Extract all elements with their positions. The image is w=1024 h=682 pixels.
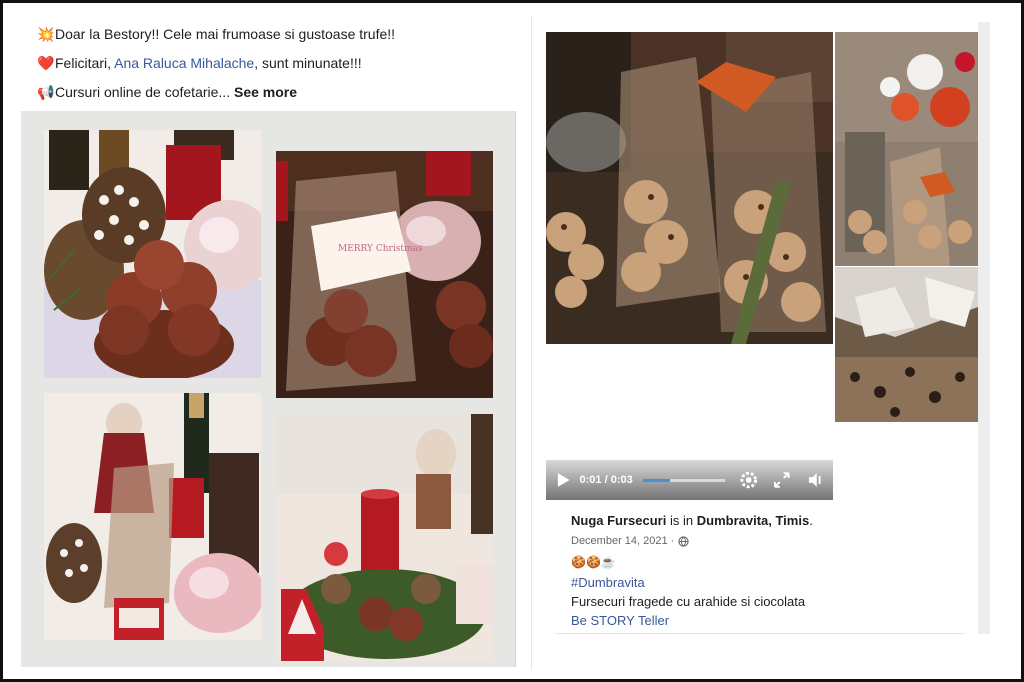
- heart-emoji-icon: ❤️: [37, 55, 55, 71]
- post-body-text: Fursecuri fragede cu arahide si ciocolat…: [571, 594, 806, 609]
- divider: [555, 633, 965, 634]
- gift-bag-photo: MERRY Christmas: [276, 151, 493, 398]
- fullscreen-icon[interactable]: [772, 470, 791, 490]
- flowers-cookies-photo: [835, 32, 978, 266]
- globe-icon: [678, 535, 689, 547]
- post-photo-4[interactable]: [276, 414, 493, 661]
- tag-text: MERRY Christmas: [338, 244, 423, 254]
- video-progress-fill: [642, 478, 670, 482]
- post-date: December 14, 2021 ·: [571, 531, 971, 551]
- collision-emoji-icon: 💥: [37, 26, 55, 42]
- post-photo-3[interactable]: [44, 393, 261, 640]
- see-more-link[interactable]: See more: [234, 84, 297, 100]
- post-date-text[interactable]: December 14, 2021 ·: [571, 531, 674, 551]
- location-link[interactable]: Dumbravita, Timis: [697, 513, 809, 528]
- scrollbar-track[interactable]: [978, 22, 990, 634]
- settings-icon[interactable]: [739, 470, 758, 490]
- post-text: 💥Doar la Bestory!! Cele mai frumoase si …: [21, 15, 516, 111]
- video-progress-bar[interactable]: [642, 478, 725, 482]
- post-line-2-suffix: , sunt minunate!!!: [254, 55, 362, 71]
- play-icon[interactable]: [554, 471, 572, 489]
- truffles-photo: [44, 130, 261, 378]
- post-line-3-text: Cursuri online de cofetarie...: [55, 84, 231, 100]
- post-line-3: 📢Cursuri online de cofetarie... See more: [37, 80, 500, 109]
- candle-centrepiece-photo: [276, 414, 493, 661]
- post-line-2: ❤️Felicitari, Ana Raluca Mihalache, sunt…: [37, 51, 500, 80]
- side-photo-flowers[interactable]: [835, 32, 978, 266]
- christmas-arrangement-photo: [44, 393, 261, 640]
- is-in-text: is in: [669, 513, 694, 528]
- video-time: 0:01 / 0:03: [579, 474, 633, 486]
- post-photo-1[interactable]: [44, 130, 261, 378]
- story-teller-link[interactable]: Be STORY Teller: [571, 611, 971, 630]
- post-meta: Nuga Fursecuri is in Dumbravita, Timis. …: [571, 511, 971, 630]
- post-line-1-text: Doar la Bestory!! Cele mai frumoase si g…: [55, 26, 396, 42]
- author-line: Nuga Fursecuri is in Dumbravita, Timis.: [571, 511, 971, 531]
- video-player[interactable]: 0:01 / 0:03: [546, 32, 833, 500]
- tagged-user-link[interactable]: Ana Raluca Mihalache: [114, 55, 254, 71]
- cookie-emojis: 🍪🍪☕: [571, 555, 616, 569]
- video-controls: 0:01 / 0:03: [546, 460, 833, 500]
- period-text: .: [809, 513, 813, 528]
- side-photo-nougat[interactable]: [835, 267, 978, 422]
- volume-icon[interactable]: [806, 470, 825, 490]
- megaphone-emoji-icon: 📢: [37, 84, 55, 100]
- nougat-closeup-photo: [835, 267, 978, 422]
- video-frame: [546, 32, 833, 344]
- cookies-video-still: [546, 32, 833, 344]
- post-line-2-prefix: Felicitari,: [55, 55, 115, 71]
- post-line-1: 💥Doar la Bestory!! Cele mai frumoase si …: [37, 22, 500, 51]
- post-photo-2[interactable]: MERRY Christmas: [276, 151, 493, 398]
- author-name-link[interactable]: Nuga Fursecuri: [571, 513, 666, 528]
- hashtag-link[interactable]: #Dumbravita: [571, 573, 971, 592]
